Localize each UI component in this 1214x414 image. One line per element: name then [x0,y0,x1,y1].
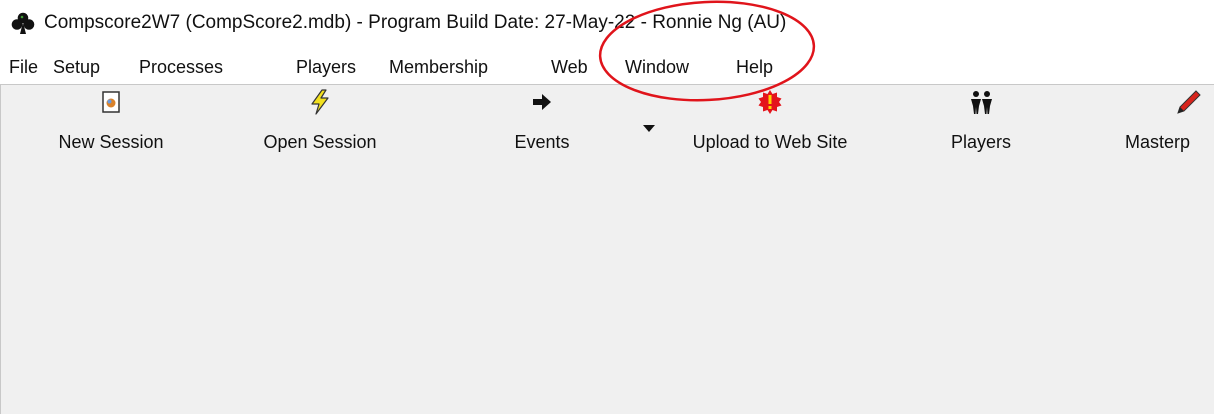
masterpoints-button[interactable]: Masterp [1121,85,1214,165]
menu-players[interactable]: Players [296,55,356,79]
lightning-icon [311,89,329,115]
arrow-right-icon [533,94,551,110]
menu-file[interactable]: File [9,55,38,79]
events-button[interactable]: Events [489,85,595,165]
open-session-label: Open Session [263,132,377,152]
club-icon [11,12,35,34]
menu-setup[interactable]: Setup [53,55,100,79]
annotation-circle [598,0,816,102]
menu-membership[interactable]: Membership [389,55,488,79]
new-session-button[interactable]: New Session [35,85,187,165]
masterpoints-label: Masterp [1125,132,1191,152]
workspace: New Session Open Session Events Upload t… [0,84,1214,414]
people-icon [971,91,992,114]
menu-processes[interactable]: Processes [139,55,223,79]
pencil-icon [1177,90,1201,114]
new-session-label: New Session [58,132,164,152]
open-session-button[interactable]: Open Session [241,85,399,165]
new-document-icon [102,91,120,113]
menu-web[interactable]: Web [551,55,588,79]
upload-to-web-site-label: Upload to Web Site [692,132,848,152]
events-label: Events [514,132,570,152]
players-label: Players [950,132,1012,152]
caret-down-icon[interactable] [642,123,656,133]
players-button[interactable]: Players [931,85,1031,165]
